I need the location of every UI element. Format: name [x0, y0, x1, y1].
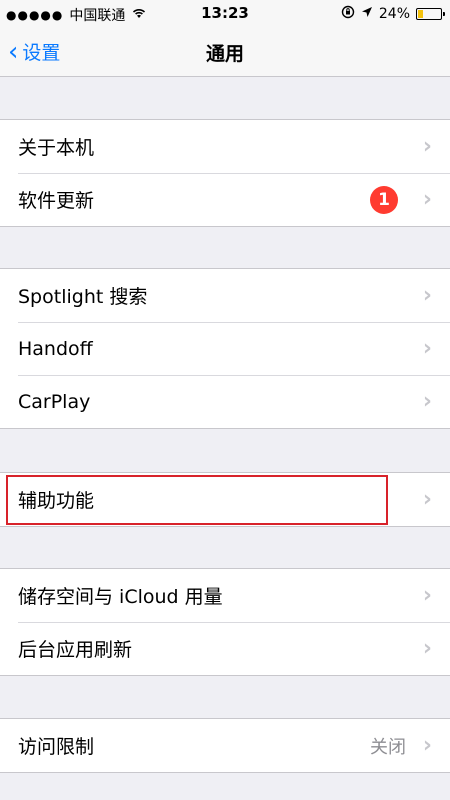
chevron-right-icon: ›: [422, 187, 432, 212]
chevron-right-icon: ›: [422, 583, 432, 608]
status-right: 24%: [341, 5, 445, 23]
row-label: 后台应用刷新: [18, 639, 133, 661]
row-background-refresh[interactable]: 后台应用刷新 ›: [0, 622, 450, 675]
rotation-lock-icon: [341, 5, 355, 23]
row-restrictions[interactable]: 访问限制 关闭 ›: [0, 719, 450, 772]
settings-group-continuity: Spotlight 搜索 › Handoff › CarPlay ›: [0, 268, 450, 429]
row-label: 辅助功能: [18, 490, 95, 512]
chevron-right-icon: ›: [422, 636, 432, 661]
settings-group-about: 关于本机 › 软件更新 1 ›: [0, 119, 450, 227]
location-arrow-icon: [361, 6, 373, 22]
navigation-bar: ‹ 设置 通用: [0, 28, 450, 77]
row-accessibility[interactable]: 辅助功能 ›: [0, 473, 450, 526]
row-label: CarPlay: [18, 390, 91, 413]
update-badge: 1: [370, 185, 398, 214]
chevron-right-icon: ›: [422, 336, 432, 361]
battery-fill: [418, 10, 424, 18]
row-handoff[interactable]: Handoff ›: [0, 322, 450, 375]
row-storage-icloud[interactable]: 储存空间与 iCloud 用量 ›: [0, 569, 450, 622]
row-label: 访问限制: [18, 736, 95, 758]
chevron-right-icon: ›: [422, 389, 432, 414]
chevron-right-icon: ›: [422, 134, 432, 159]
settings-group-restrictions: 访问限制 关闭 ›: [0, 718, 450, 773]
chevron-right-icon: ›: [422, 733, 432, 758]
battery-icon: [416, 8, 445, 20]
battery-percent: 24%: [378, 6, 410, 22]
row-label: 关于本机: [18, 137, 95, 159]
page-title: 通用: [205, 43, 244, 65]
row-software-update[interactable]: 软件更新 1 ›: [0, 173, 450, 226]
row-label: Handoff: [18, 337, 93, 360]
row-value: 关闭: [370, 736, 406, 758]
settings-group-accessibility: 辅助功能 ›: [0, 472, 450, 527]
status-bar: ●●●●● 中国联通 13:23 24%: [0, 0, 450, 28]
row-spotlight-search[interactable]: Spotlight 搜索 ›: [0, 269, 450, 322]
chevron-right-icon: ›: [422, 487, 432, 512]
row-about[interactable]: 关于本机 ›: [0, 120, 450, 173]
row-label: Spotlight 搜索: [18, 286, 148, 308]
chevron-right-icon: ›: [422, 283, 432, 308]
row-carplay[interactable]: CarPlay ›: [0, 375, 450, 428]
row-label: 软件更新: [18, 190, 95, 212]
settings-group-storage: 储存空间与 iCloud 用量 › 后台应用刷新 ›: [0, 568, 450, 676]
row-label: 储存空间与 iCloud 用量: [18, 586, 223, 608]
